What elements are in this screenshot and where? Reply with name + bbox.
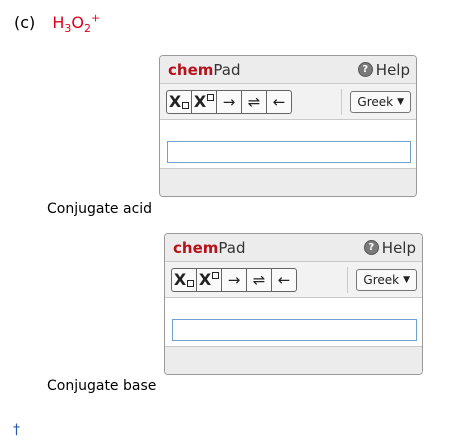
question-letter: (c) bbox=[14, 13, 36, 33]
right-arrow-button[interactable]: → bbox=[221, 267, 247, 292]
chempad-body bbox=[165, 298, 422, 346]
chempad-toolbar: X X → ⇌ ← Greek ▼ bbox=[165, 262, 422, 298]
chempad-body bbox=[160, 120, 416, 168]
greek-dropdown[interactable]: Greek ▼ bbox=[356, 268, 417, 291]
right-arrow-button[interactable]: → bbox=[216, 89, 242, 114]
caret-down-icon: ▼ bbox=[397, 96, 404, 107]
subscript-box-icon bbox=[187, 280, 195, 287]
chempad-input[interactable] bbox=[167, 141, 411, 163]
caret-down-icon: ▼ bbox=[403, 274, 410, 285]
equilibrium-arrow-button[interactable]: ⇌ bbox=[241, 89, 267, 114]
chempad-header: chemPad ? Help bbox=[160, 56, 416, 84]
chempad-logo: chemPad bbox=[173, 238, 246, 257]
subscript-button[interactable]: X bbox=[171, 267, 197, 292]
chempad-base: chemPad ? Help X X → ⇌ ← Greek ▼ bbox=[164, 233, 423, 375]
conjugate-base-label: Conjugate base bbox=[47, 378, 157, 394]
greek-dropdown[interactable]: Greek ▼ bbox=[350, 90, 411, 113]
left-arrow-button[interactable]: ← bbox=[266, 89, 292, 114]
chempad-input[interactable] bbox=[172, 319, 417, 341]
question-header: (c) H3O2+ bbox=[14, 12, 100, 36]
equilibrium-arrow-button[interactable]: ⇌ bbox=[246, 267, 272, 292]
left-arrow-button[interactable]: ← bbox=[271, 267, 297, 292]
help-icon: ? bbox=[357, 62, 373, 77]
toolbar-divider bbox=[341, 88, 343, 115]
subscript-button[interactable]: X bbox=[166, 89, 192, 114]
superscript-box-icon bbox=[212, 272, 220, 279]
help-button[interactable]: ? Help bbox=[357, 61, 410, 79]
help-button[interactable]: ? Help bbox=[363, 239, 416, 257]
conjugate-acid-label: Conjugate acid bbox=[47, 201, 153, 217]
chempad-logo: chemPad bbox=[168, 60, 241, 79]
subscript-box-icon bbox=[182, 102, 190, 109]
footnote-marker[interactable]: † bbox=[13, 422, 20, 438]
superscript-button[interactable]: X bbox=[191, 89, 217, 114]
chempad-toolbar: X X → ⇌ ← Greek ▼ bbox=[160, 84, 416, 120]
chempad-footer bbox=[165, 346, 422, 374]
superscript-box-icon bbox=[207, 94, 215, 101]
chemical-species: H3O2+ bbox=[52, 12, 101, 36]
chempad-footer bbox=[160, 168, 416, 196]
help-icon: ? bbox=[363, 240, 379, 255]
superscript-button[interactable]: X bbox=[196, 267, 222, 292]
chempad-acid: chemPad ? Help X X → ⇌ ← Greek ▼ bbox=[159, 55, 417, 197]
toolbar-divider bbox=[347, 266, 349, 293]
chempad-header: chemPad ? Help bbox=[165, 234, 422, 262]
